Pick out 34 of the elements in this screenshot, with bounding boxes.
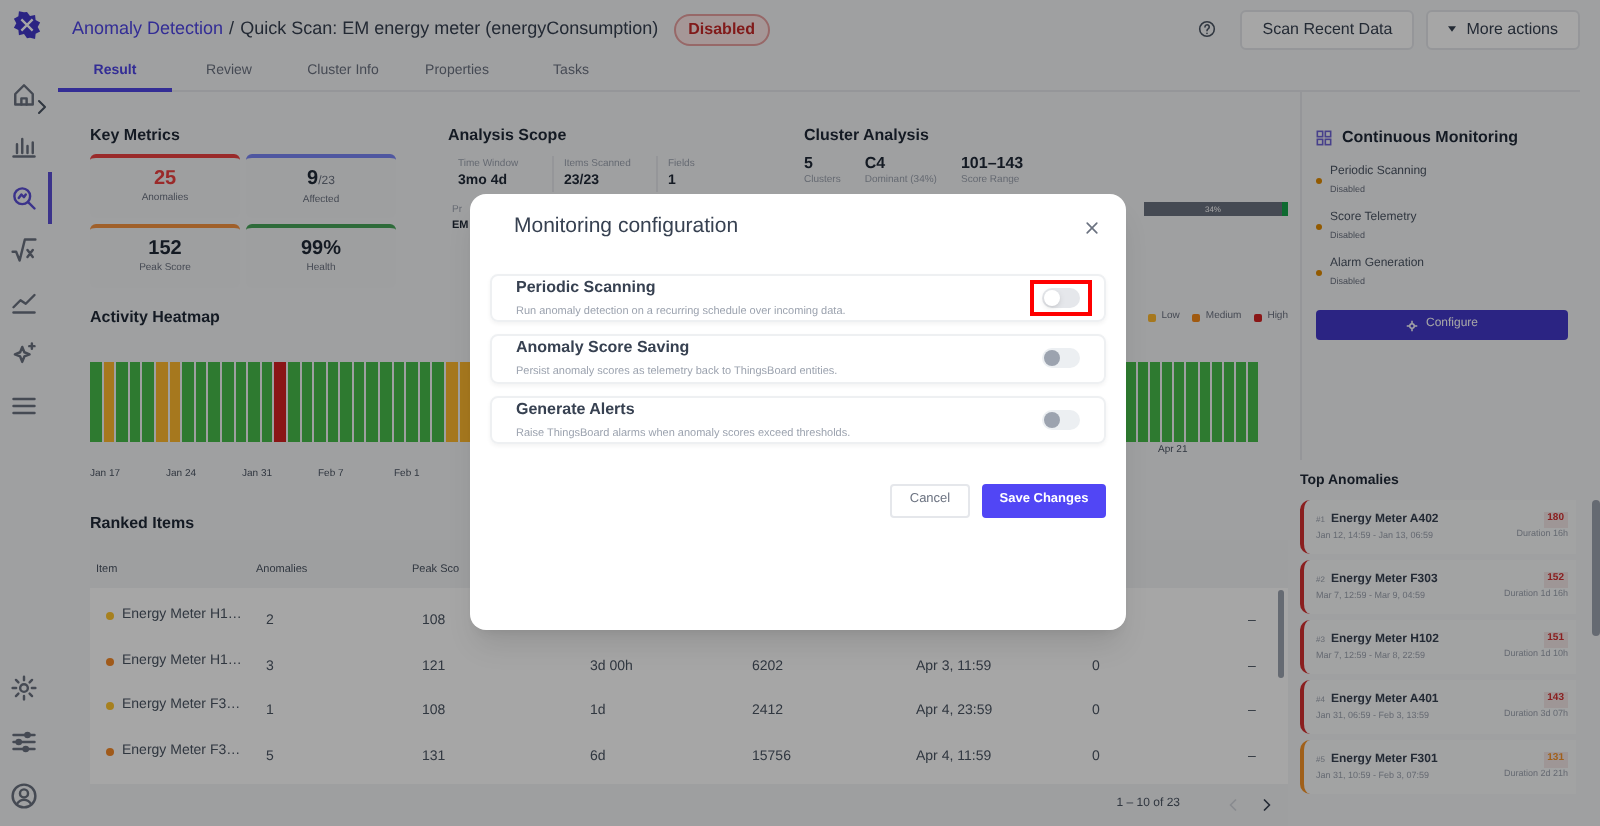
close-icon[interactable] xyxy=(1086,222,1098,234)
scan-button[interactable]: Scan Recent Data xyxy=(1240,9,1415,49)
toggle-switch[interactable] xyxy=(1042,288,1080,309)
scrollbar[interactable] xyxy=(1278,590,1284,678)
stat-value: C4 xyxy=(864,154,888,174)
section-title: Activity Heatmap xyxy=(90,306,220,330)
metric-value: 152 xyxy=(148,238,182,263)
breadcrumb-separator: / xyxy=(229,15,235,42)
option-title: Periodic Scanning xyxy=(516,276,658,300)
metric-value: 99% xyxy=(300,238,341,263)
status-badge: Disabled xyxy=(674,13,769,45)
modal-title: Monitoring configuration xyxy=(514,212,739,243)
option-title: Anomaly Score Saving xyxy=(516,336,692,361)
section-title: Analysis Scope xyxy=(448,124,569,148)
toggle-switch[interactable] xyxy=(1042,409,1080,430)
caret-icon xyxy=(1448,26,1457,32)
stat-value: 5 xyxy=(804,154,815,174)
metric-value: 25 xyxy=(153,168,177,192)
logo-icon xyxy=(11,10,41,40)
scrollbar[interactable] xyxy=(1592,500,1600,636)
section-title: Cluster Analysis xyxy=(804,124,931,148)
page-title: Quick Scan: EM energy meter (energyConsumption) xyxy=(240,15,659,42)
toggle-switch[interactable] xyxy=(1042,348,1080,369)
section-title: Ranked Items xyxy=(90,512,197,534)
chevron-right-icon[interactable] xyxy=(36,98,48,116)
help-icon[interactable] xyxy=(1198,20,1217,38)
panel-title: Continuous Monitoring xyxy=(1342,126,1518,150)
grid-icon xyxy=(1316,130,1332,146)
option-title: Generate Alerts xyxy=(516,397,637,421)
section-title: Key Metrics xyxy=(90,124,182,148)
more-actions-button[interactable]: More actions xyxy=(1426,9,1580,49)
stat-value: 101–143 xyxy=(960,154,1024,174)
breadcrumb-link[interactable]: Anomaly Detection xyxy=(72,15,224,43)
next-page-icon[interactable] xyxy=(1262,798,1272,812)
